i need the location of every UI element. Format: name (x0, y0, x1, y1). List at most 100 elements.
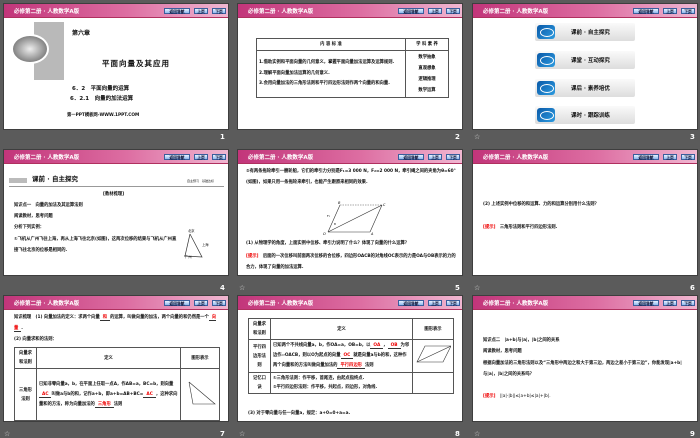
next-page-button[interactable]: 下页 (681, 300, 695, 306)
slide-thumbnail-3[interactable]: 必修第二册 · 人教数学A版 返回导航 上页 下页 课前 · 自主探究 课堂 · 互动… (472, 3, 698, 130)
rule-name: 平行四边形法则 (248, 339, 271, 373)
text-line: 阅读教材，思考问题 (483, 349, 522, 354)
slide-thumbnail-4[interactable]: 必修第二册 · 人教数学A版 返回导航 上页 下页 课前 · 自主探究 自主预习 基础… (3, 149, 229, 276)
slide-number: 8 (455, 430, 460, 438)
slide-thumbnail-5[interactable]: 必修第二册 · 人教数学A版 返回导航 上页 下页 ②有两条拖轮牵引一艘轮船，它们的牵… (237, 149, 463, 276)
slide-header: 必修第二册 · 人教数学A版 返回导航 上页 下页 (4, 296, 228, 310)
back-nav-button[interactable]: 返回导航 (398, 154, 424, 160)
answer-blank: 平行四边形 (337, 363, 365, 369)
slide-thumbnail-7[interactable]: 必修第二册 · 人教数学A版 返回导航 上页 下页 知识梳理 (1) 向量加法的定义：… (3, 295, 229, 422)
menu-pre-class[interactable]: 课前 · 自主探究 (535, 23, 635, 41)
rule-table: 向量求和法则 定义 图形表示 三角形法则 已知非零向量a，b，在平面上任取一点A，作A… (14, 347, 220, 421)
back-nav-button[interactable]: 返回导航 (164, 8, 190, 14)
hint-label: [提示] (246, 254, 259, 259)
prev-page-button[interactable]: 上页 (194, 8, 208, 14)
map-label: 北京 (188, 229, 195, 233)
note-text: (3) 对于零向量与任一向量a，规定：a+0=0+a=a. (248, 411, 351, 416)
header-title: 必修第二册 · 人教数学A版 (483, 9, 549, 15)
prev-page-button[interactable]: 上页 (194, 300, 208, 306)
landscape-image (11, 34, 49, 64)
answer-blank: 和 (99, 315, 111, 321)
standard-item: 3.会用向量加法的三角形法则和平行四边形法则作两个向量的和向量. (259, 81, 390, 87)
hint-text: 三角形法则和平行四边形法则. (499, 225, 558, 230)
section-title: 课前 · 自主探究 (32, 175, 78, 183)
text-line: 分析下列实例： (14, 225, 45, 230)
prev-page-button[interactable]: 上页 (663, 300, 677, 306)
slide-thumbnail-9[interactable]: 必修第二册 · 人教数学A版 返回导航 上页 下页 知识点二 |a+b|与|a|，|b… (472, 295, 698, 422)
subheading: [教材梳理] (103, 192, 125, 197)
next-page-button[interactable]: 下页 (446, 300, 460, 306)
section-tag: 自主预习 基础达标 (187, 179, 215, 183)
map-label: 上海 (202, 243, 209, 247)
next-page-button[interactable]: 下页 (446, 8, 460, 14)
header-title: 必修第二册 · 人教数学A版 (14, 301, 80, 307)
slide-thumbnail-2[interactable]: 必修第二册 · 人教数学A版 返回导航 上页 下页 内 容 标 准学 科 素 养 1.… (237, 3, 463, 130)
slide-number: 2 (455, 133, 460, 141)
hint-text: ||a|-|b||≤|a+b|≤|a|+|b|. (499, 394, 551, 399)
next-page-button[interactable]: 下页 (681, 8, 695, 14)
chapter-label: 第六章 (72, 30, 91, 37)
menu-after-class[interactable]: 课后 · 素养培优 (535, 79, 635, 97)
back-nav-button[interactable]: 返回导航 (633, 154, 659, 160)
slide-number: 3 (690, 133, 695, 141)
header-title: 必修第二册 · 人教数学A版 (248, 301, 314, 307)
text: 知识梳理 (1) 向量加法的定义：求两个向量 (14, 315, 100, 320)
slide-number: 7 (220, 430, 225, 438)
slide-number: 9 (690, 430, 695, 438)
text-line: 知识点一 向量的加法及其运算法则 (14, 203, 83, 208)
star-icon: ☆ (4, 430, 11, 438)
menu-training[interactable]: 课时 · 跟踪训练 (535, 106, 635, 124)
standard-item: 2.理解平面向量加法运算的几何意义. (259, 70, 330, 76)
text: 法则 (113, 401, 123, 407)
prev-page-button[interactable]: 上页 (428, 154, 442, 160)
slide-thumbnail-1[interactable]: 必修第二册 · 人教数学A版 返回导航 上页 下页 第六章 平面向量及其应用 6．2 … (3, 3, 229, 130)
next-page-button[interactable]: 下页 (446, 154, 460, 160)
label-B: B (338, 201, 341, 205)
header-title: 必修第二册 · 人教数学A版 (14, 9, 80, 15)
prev-page-button[interactable]: 上页 (428, 8, 442, 14)
header-title: 必修第二册 · 人教数学A版 (483, 301, 549, 307)
standard-item: 1.借助实例和平面向量的几何意义，掌握平面向量加法运算及运算规则. (259, 60, 395, 66)
back-nav-button[interactable]: 返回导航 (164, 154, 190, 160)
watermark-text: 第一PPT模板网-WWW.1PPT.COM (67, 113, 140, 118)
next-page-button[interactable]: 下页 (212, 300, 226, 306)
answer-blank: OA (370, 343, 384, 349)
back-nav-button[interactable]: 返回导航 (398, 300, 424, 306)
question-text: (1) 从物理学的角度，上面实例中位移、牵引力说明了什么？体现了向量的什么运算？ (246, 241, 410, 246)
label-theta: θ (334, 222, 336, 226)
table-header: 内 容 标 准 (256, 38, 406, 51)
star-icon: ☆ (474, 133, 481, 141)
literacy-item: 逻辑推理 (418, 77, 436, 82)
table-header: 向量求和法则 (248, 318, 271, 340)
prev-page-button[interactable]: 上页 (663, 8, 677, 14)
slide-thumbnail-8[interactable]: 必修第二册 · 人教数学A版 返回导航 上页 下页 向量求和法则 定义 图形表示 平行四边… (237, 295, 463, 422)
text: 的运算，叫做向量的加法，两个向量的和仍然是一个 (110, 315, 209, 320)
header-title: 必修第二册 · 人教数学A版 (483, 155, 549, 161)
star-icon: ☆ (239, 284, 246, 292)
header-title: 必修第二册 · 人教数学A版 (14, 155, 80, 161)
back-nav-button[interactable]: 返回导航 (164, 300, 190, 306)
table-header: 图形表示 (180, 347, 220, 369)
back-nav-button[interactable]: 返回导航 (398, 8, 424, 14)
slide-number: 6 (690, 284, 695, 292)
next-page-button[interactable]: 下页 (212, 154, 226, 160)
problem-text: ②有两条拖轮牵引一艘轮船，它们的牵引力分别是F₁=3 000 N，F₂=2 00… (246, 169, 456, 185)
text-line: 知识点二 |a+b|与|a|，|b|之间的关系 (483, 338, 560, 343)
next-page-button[interactable]: 下页 (681, 154, 695, 160)
text-line: ①飞机从广州飞往上海，再从上海飞往北京(如图)，这两次位移的结果与飞机从广州直接… (14, 237, 177, 253)
back-nav-button[interactable]: 返回导航 (633, 8, 659, 14)
triangle-rule-diagram (188, 381, 216, 404)
menu-in-class[interactable]: 课堂 · 互动探究 (535, 51, 635, 69)
prev-page-button[interactable]: 上页 (194, 154, 208, 160)
text: 已知两个不共线向量a，b，作OA=a，OB=b，以 (273, 343, 371, 348)
back-nav-button[interactable]: 返回导航 (633, 300, 659, 306)
memo-line: ①三角形法则：作平移，首尾连，由起点指终点. (273, 376, 365, 381)
slide-number: 4 (220, 284, 225, 292)
prev-page-button[interactable]: 上页 (663, 154, 677, 160)
answer-blank: AC (143, 391, 156, 398)
table-header: 向量求和法则 (14, 347, 37, 369)
slide-thumbnail-6[interactable]: 必修第二册 · 人教数学A版 返回导航 上页 下页 (2) 上述实例中位移的和运算、力… (472, 149, 698, 276)
prev-page-button[interactable]: 上页 (428, 300, 442, 306)
answer-blank: AC (39, 391, 52, 398)
next-page-button[interactable]: 下页 (212, 8, 226, 14)
